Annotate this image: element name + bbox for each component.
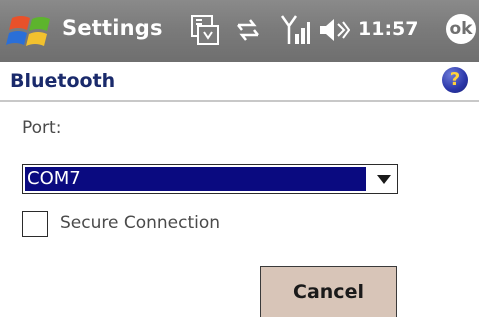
secure-connection-checkbox[interactable] — [22, 211, 48, 237]
input-panel-icon[interactable] — [190, 14, 220, 46]
connectivity-icon[interactable] — [234, 17, 262, 43]
title-bar: Settings 11:57 ok — [0, 0, 479, 62]
port-selected-value[interactable]: COM7 — [25, 167, 366, 191]
port-label: Port: — [22, 118, 62, 138]
signal-strength-icon[interactable] — [280, 14, 310, 46]
ok-button[interactable]: ok — [446, 14, 476, 44]
cancel-button[interactable]: Cancel — [260, 266, 397, 317]
page-title: Bluetooth — [10, 70, 116, 92]
windows-start-icon[interactable] — [6, 10, 56, 54]
volume-icon[interactable] — [318, 16, 350, 44]
help-icon[interactable]: ? — [442, 67, 468, 93]
chevron-down-icon[interactable] — [377, 175, 391, 184]
page-header: Bluetooth ? — [0, 62, 479, 102]
port-dropdown[interactable]: COM7 — [22, 164, 398, 194]
clock[interactable]: 11:57 — [358, 18, 418, 40]
secure-connection-label[interactable]: Secure Connection — [60, 213, 220, 233]
app-title: Settings — [62, 16, 163, 40]
